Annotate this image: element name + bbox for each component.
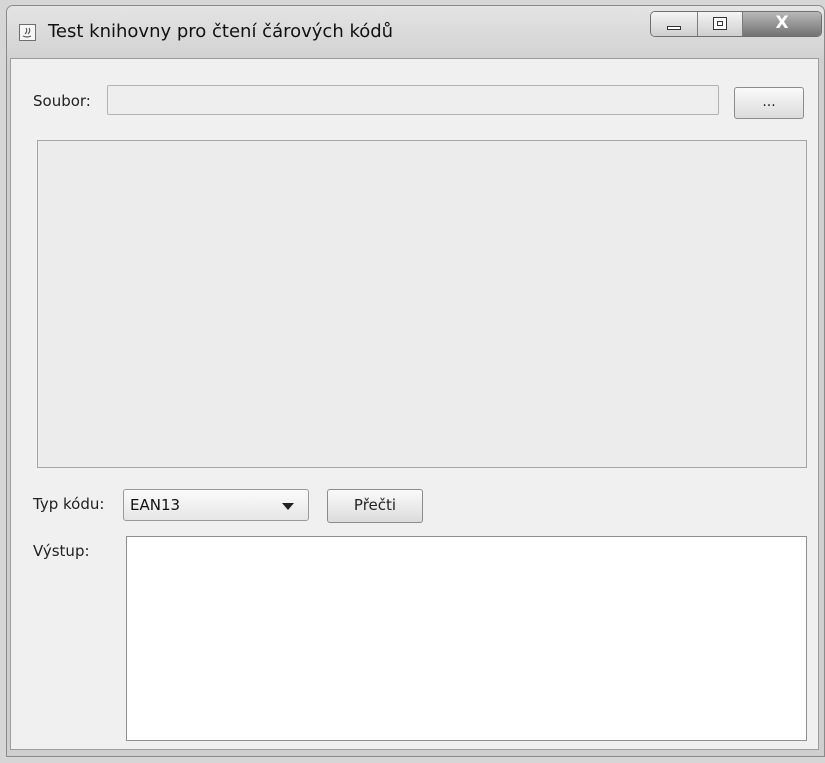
window-controls: X xyxy=(650,11,822,37)
file-path-input[interactable] xyxy=(107,85,719,115)
maximize-button[interactable] xyxy=(698,12,743,36)
java-app-icon[interactable] xyxy=(19,24,36,41)
browse-button[interactable]: ... xyxy=(734,87,804,119)
close-icon: X xyxy=(775,13,789,33)
window-title: Test knihovny pro čtení čárových kódů xyxy=(48,21,394,42)
read-button[interactable]: Přečti xyxy=(327,489,423,523)
chevron-down-icon xyxy=(282,503,294,510)
minimize-button[interactable] xyxy=(651,12,698,36)
barcode-image-panel xyxy=(37,140,807,468)
maximize-icon xyxy=(713,17,727,30)
code-type-value: EAN13 xyxy=(130,496,181,514)
output-label: Výstup: xyxy=(33,542,90,560)
title-bar[interactable]: Test knihovny pro čtení čárových kódů X xyxy=(7,6,824,58)
file-label: Soubor: xyxy=(33,92,91,110)
content-panel: Soubor: ... Typ kódu: EAN13 Přečti Výstu… xyxy=(10,58,819,750)
minimize-icon xyxy=(667,26,681,30)
code-type-label: Typ kódu: xyxy=(33,495,105,513)
code-type-select[interactable]: EAN13 xyxy=(123,489,309,521)
output-textarea[interactable] xyxy=(126,536,807,741)
app-window: Test knihovny pro čtení čárových kódů X … xyxy=(6,5,825,757)
close-button[interactable]: X xyxy=(743,12,821,36)
